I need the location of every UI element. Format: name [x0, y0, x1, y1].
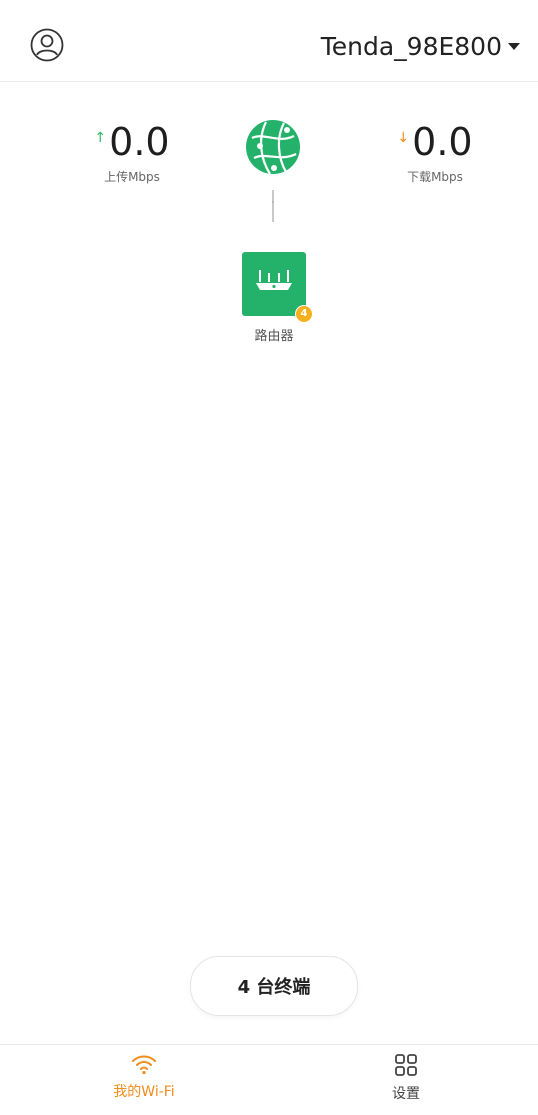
router-icon — [256, 270, 292, 290]
network-name-label: Tenda_98E800 — [320, 31, 502, 61]
upload-speed-value: 0.0 — [109, 120, 170, 164]
grid-icon — [395, 1054, 417, 1076]
tab-my-wifi-label: 我的Wi-Fi — [113, 1084, 175, 1100]
download-speed-label: 下载Mbps — [407, 170, 463, 184]
upload-speed-label: 上传Mbps — [104, 170, 160, 184]
bottom-tab-bar: 我的Wi-Fi 设置 — [0, 1044, 538, 1115]
tab-settings[interactable]: 设置 — [346, 1053, 466, 1103]
download-speed-value: 0.0 — [412, 120, 473, 164]
router-device-count-badge: 4 — [295, 305, 313, 323]
user-profile-icon[interactable] — [30, 28, 64, 62]
top-bar: Tenda_98E800 — [0, 0, 538, 82]
router-node[interactable] — [242, 252, 306, 316]
upload-speed: ↑ 0.0 上传Mbps — [82, 118, 182, 185]
internet-globe-icon — [246, 120, 300, 175]
download-speed: ↓ 0.0 下载Mbps — [385, 118, 485, 185]
network-selector[interactable]: Tenda_98E800 — [321, 28, 520, 64]
connection-line — [272, 190, 274, 222]
upload-arrow-icon: ↑ — [94, 130, 107, 146]
chevron-down-icon — [508, 42, 520, 50]
download-arrow-icon: ↓ — [397, 130, 410, 146]
tab-my-wifi[interactable]: 我的Wi-Fi — [84, 1053, 204, 1101]
connected-devices-button[interactable]: 4 台终端 — [190, 956, 358, 1016]
tab-settings-label: 设置 — [392, 1086, 420, 1102]
router-label: 路由器 — [254, 329, 294, 344]
wifi-icon — [132, 1055, 156, 1075]
